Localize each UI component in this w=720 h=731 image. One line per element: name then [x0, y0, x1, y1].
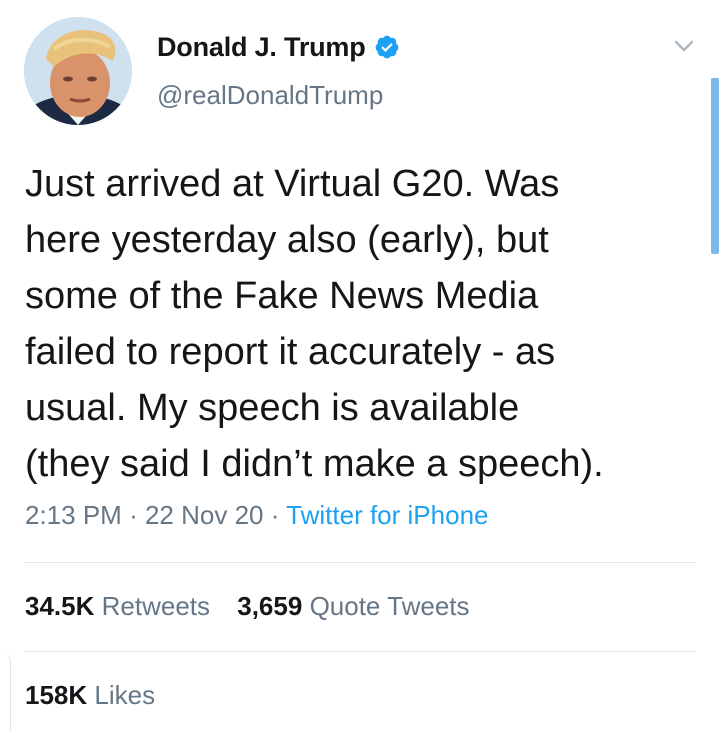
tweet-detail: Donald J. Trump @realDonaldTrump Just ar…: [0, 0, 720, 731]
tweet-time: 2:13 PM: [25, 500, 122, 530]
meta-separator: ·: [129, 500, 138, 530]
profile-photo-icon: [24, 17, 132, 125]
likes-stat[interactable]: 158K Likes: [25, 680, 155, 711]
retweets-count: 34.5K: [25, 591, 95, 621]
quote-tweets-label: Quote Tweets: [309, 591, 470, 621]
retweets-label: Retweets: [101, 591, 211, 621]
likes-stats: 158K Likes: [25, 680, 155, 711]
tweet-text-line: (they said I didn’t make a speech).: [25, 443, 604, 485]
author-handle[interactable]: @realDonaldTrump: [157, 80, 383, 111]
verified-badge-icon: [374, 34, 400, 60]
display-name[interactable]: Donald J. Trump: [157, 32, 366, 63]
retweets-stat[interactable]: 34.5K Retweets: [25, 591, 210, 622]
scrollbar[interactable]: [711, 78, 719, 254]
likes-label: Likes: [94, 680, 156, 710]
tweet-metadata: 2:13 PM · 22 Nov 20 · Twitter for iPhone: [25, 500, 488, 531]
tweet-text-line: some of the Fake News Media: [25, 275, 539, 317]
avatar[interactable]: [24, 17, 132, 125]
divider: [25, 562, 696, 563]
tweet-text: Just arrived at Virtual G20. Was here ye…: [25, 156, 697, 492]
engagement-stats: 34.5K Retweets 3,659 Quote Tweets: [25, 591, 470, 622]
tweet-text-line: Just arrived at Virtual G20. Was: [25, 163, 560, 205]
author-name-row[interactable]: Donald J. Trump: [157, 30, 400, 64]
chevron-down-icon[interactable]: [672, 36, 696, 56]
tweet-text-line: usual. My speech is available: [25, 387, 520, 429]
likes-count: 158K: [25, 680, 88, 710]
left-panel-edge: [0, 652, 11, 731]
tweet-text-line: failed to report it accurately - as: [25, 331, 556, 373]
tweet-source-link[interactable]: Twitter for iPhone: [286, 500, 488, 530]
tweet-text-line: here yesterday also (early), but: [25, 219, 549, 261]
quote-tweets-stat[interactable]: 3,659 Quote Tweets: [237, 591, 469, 622]
tweet-date: 22 Nov 20: [144, 500, 264, 530]
quote-tweets-count: 3,659: [237, 591, 303, 621]
divider: [25, 651, 696, 652]
meta-separator: ·: [270, 500, 280, 530]
